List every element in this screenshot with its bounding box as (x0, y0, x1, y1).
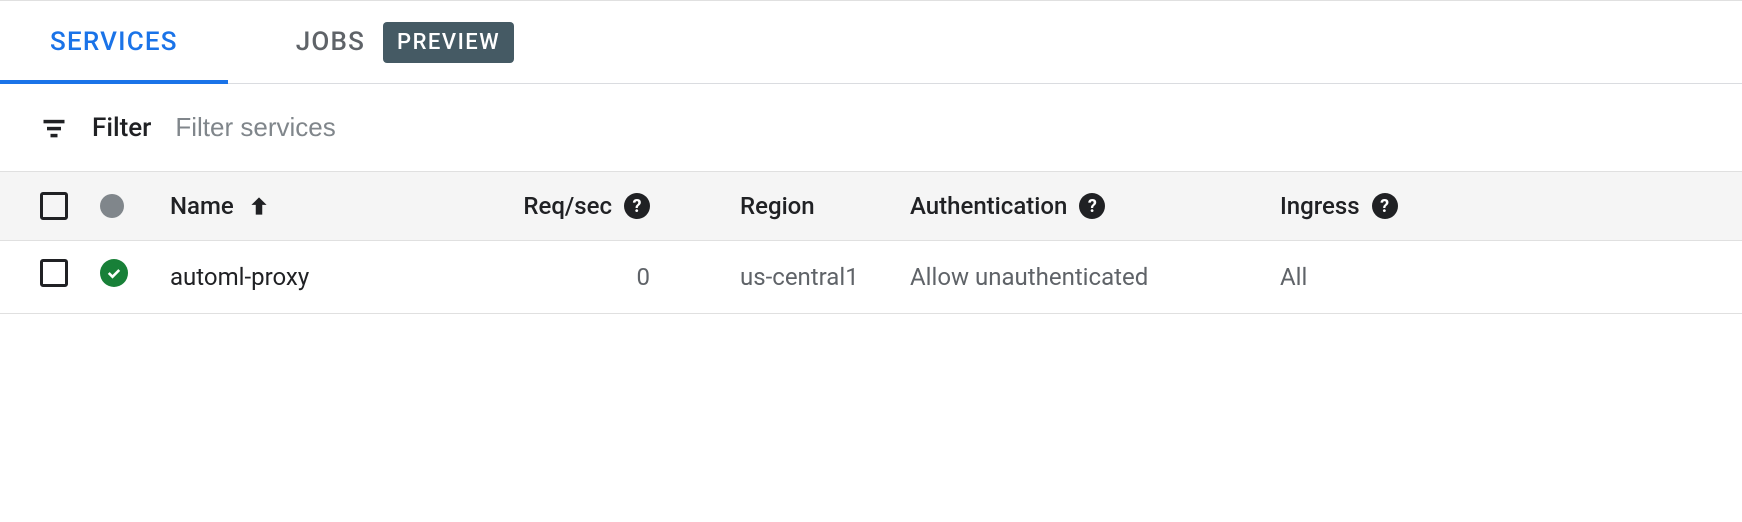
sort-ascending-icon (246, 193, 272, 219)
cell-ingress: All (1280, 259, 1480, 295)
table-row: automl-proxy 0 us-central1 Allow unauthe… (0, 241, 1742, 314)
column-req-label: Req/sec (523, 192, 612, 220)
tab-jobs-label: JOBS (296, 27, 365, 57)
row-checkbox[interactable] (40, 259, 68, 287)
status-column-icon (100, 194, 124, 218)
column-header-region[interactable]: Region (690, 192, 910, 220)
services-table: Name Req/sec ? Region Authentication ? I… (0, 172, 1742, 314)
cell-region: us-central1 (690, 259, 910, 295)
column-region-label: Region (740, 192, 815, 220)
cell-req: 0 (450, 259, 690, 295)
help-icon[interactable]: ? (624, 193, 650, 219)
select-all-checkbox[interactable] (40, 192, 68, 220)
service-name: automl-proxy (170, 263, 309, 291)
column-name-label: Name (170, 192, 234, 220)
tabs-bar: SERVICES JOBS PREVIEW (0, 0, 1742, 84)
status-ok-icon (100, 259, 128, 287)
column-header-name[interactable]: Name (170, 192, 450, 220)
filter-icon (40, 114, 68, 142)
column-auth-label: Authentication (910, 192, 1067, 220)
column-header-ingress[interactable]: Ingress ? (1280, 192, 1480, 220)
table-header-row: Name Req/sec ? Region Authentication ? I… (0, 172, 1742, 241)
help-icon[interactable]: ? (1079, 193, 1105, 219)
filter-input[interactable] (175, 112, 1702, 143)
column-ingress-label: Ingress (1280, 192, 1360, 220)
service-name-link[interactable]: automl-proxy (170, 259, 450, 295)
help-icon[interactable]: ? (1372, 193, 1398, 219)
tab-services[interactable]: SERVICES (20, 1, 208, 83)
tab-jobs[interactable]: JOBS PREVIEW (266, 1, 544, 83)
filter-bar: Filter (0, 84, 1742, 172)
filter-label: Filter (92, 113, 151, 143)
tab-services-label: SERVICES (50, 27, 178, 57)
cell-auth: Allow unauthenticated (910, 259, 1280, 295)
preview-badge: PREVIEW (383, 22, 514, 63)
column-header-auth[interactable]: Authentication ? (910, 192, 1280, 220)
column-header-req[interactable]: Req/sec ? (450, 192, 690, 220)
